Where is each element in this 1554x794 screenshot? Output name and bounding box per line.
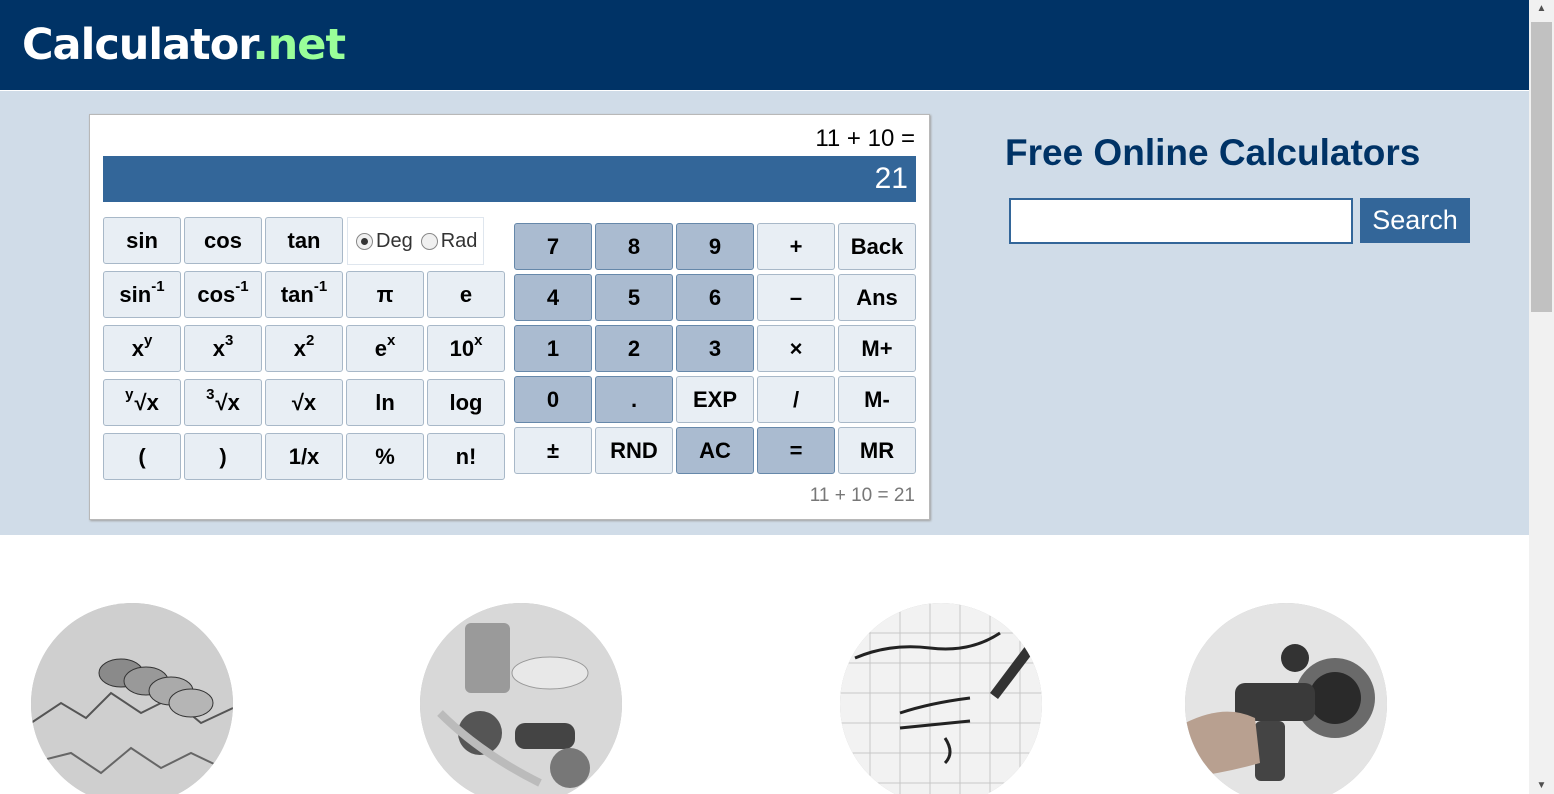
x2-base: x (293, 335, 306, 361)
math-category-icon[interactable] (840, 603, 1042, 794)
rad-label: Rad (440, 229, 478, 252)
atan-exp: -1 (313, 278, 328, 295)
digit-8-button[interactable]: 8 (595, 223, 673, 270)
pi-button[interactable]: π (346, 271, 424, 318)
plus-button[interactable]: + (757, 223, 835, 270)
ex-base: e (374, 335, 387, 361)
scroll-up-arrow-icon[interactable]: ▲ (1529, 0, 1554, 17)
x3-exp: 3 (224, 332, 234, 349)
cos-button[interactable]: cos (184, 217, 262, 264)
memory-minus-button[interactable]: M- (838, 376, 916, 423)
x3-base: x (212, 335, 225, 361)
digit-9-button[interactable]: 9 (676, 223, 754, 270)
atan-label: tan (280, 281, 314, 307)
digit-5-button[interactable]: 5 (595, 274, 673, 321)
sqrt-button[interactable]: √x (265, 379, 343, 426)
x-cubed-button[interactable]: x3 (184, 325, 262, 372)
croot-pre: 3 (206, 386, 215, 403)
factorial-button[interactable]: n! (427, 433, 505, 480)
minus-button[interactable]: – (757, 274, 835, 321)
plus-minus-button[interactable]: ± (514, 427, 592, 474)
digit-4-button[interactable]: 4 (514, 274, 592, 321)
sin-button[interactable]: sin (103, 217, 181, 264)
divide-button[interactable]: / (757, 376, 835, 423)
x-squared-button[interactable]: x2 (265, 325, 343, 372)
yroot-pre: y (125, 386, 134, 403)
fuel-category-icon[interactable] (1185, 603, 1387, 794)
left-paren-button[interactable]: ( (103, 433, 181, 480)
xy-exp: y (143, 332, 153, 349)
search-input[interactable] (1009, 198, 1353, 244)
right-paren-button[interactable]: ) (184, 433, 262, 480)
random-button[interactable]: RND (595, 427, 673, 474)
acos-exp: -1 (235, 278, 249, 295)
reciprocal-button[interactable]: 1/x (265, 433, 343, 480)
logo-tld: .net (252, 20, 346, 70)
calc-expression: 11 + 10 = (815, 125, 915, 152)
ten-pow-x-button[interactable]: 10 x (427, 325, 505, 372)
digit-2-button[interactable]: 2 (595, 325, 673, 372)
digit-6-button[interactable]: 6 (676, 274, 754, 321)
digit-1-button[interactable]: 1 (514, 325, 592, 372)
scrollbar-thumb[interactable] (1531, 22, 1552, 312)
e-button[interactable]: e (427, 271, 505, 318)
tenx-exp: x (474, 332, 483, 349)
site-logo[interactable]: Calculator.net (22, 20, 346, 70)
scroll-down-arrow-icon[interactable]: ▼ (1529, 777, 1554, 794)
tan-button[interactable]: tan (265, 217, 343, 264)
digit-0-button[interactable]: 0 (514, 376, 592, 423)
croot-main: √x (215, 389, 240, 415)
memory-plus-button[interactable]: M+ (838, 325, 916, 372)
page: Calculator.net 11 + 10 = 21 sin cos tan … (0, 0, 1554, 794)
financial-category-icon[interactable] (31, 603, 233, 794)
all-clear-button[interactable]: AC (676, 427, 754, 474)
fitness-category-icon[interactable] (420, 603, 622, 794)
x2-exp: 2 (305, 332, 315, 349)
calc-display: 21 (103, 156, 916, 202)
x-pow-y-button[interactable]: xy (103, 325, 181, 372)
tenx-base: 10 (449, 335, 475, 361)
rad-radio[interactable] (420, 232, 438, 250)
yroot-main: √x (134, 389, 159, 415)
calc-history: 11 + 10 = 21 (809, 485, 915, 506)
e-pow-x-button[interactable]: ex (346, 325, 424, 372)
acos-button[interactable]: cos -1 (184, 271, 262, 318)
search-button[interactable]: Search (1360, 198, 1470, 243)
logo-main: Calculator (22, 20, 253, 70)
ans-button[interactable]: Ans (838, 274, 916, 321)
y-root-x-button[interactable]: y √x (103, 379, 181, 426)
digit-3-button[interactable]: 3 (676, 325, 754, 372)
ex-exp: x (386, 332, 396, 349)
cube-root-button[interactable]: 3 √x (184, 379, 262, 426)
page-title: Free Online Calculators (1005, 132, 1421, 173)
deg-label: Deg (376, 229, 413, 252)
exp-button[interactable]: EXP (676, 376, 754, 423)
atan-button[interactable]: tan -1 (265, 271, 343, 318)
asin-label: sin (119, 281, 152, 307)
asin-button[interactable]: sin -1 (103, 271, 181, 318)
equals-button[interactable]: = (757, 427, 835, 474)
asin-exp: -1 (151, 278, 165, 295)
acos-label: cos (197, 281, 236, 307)
angle-mode-selector: Deg Rad (347, 217, 484, 265)
site-header: Calculator.net (0, 0, 1529, 90)
digit-7-button[interactable]: 7 (514, 223, 592, 270)
xy-base: x (131, 335, 144, 361)
deg-radio[interactable] (356, 232, 373, 250)
memory-recall-button[interactable]: MR (838, 427, 916, 474)
log-button[interactable]: log (427, 379, 505, 426)
percent-button[interactable]: % (346, 433, 424, 480)
ln-button[interactable]: ln (346, 379, 424, 426)
scientific-calculator: 11 + 10 = 21 sin cos tan Deg Rad sin -1 c… (89, 114, 930, 520)
multiply-button[interactable]: × (757, 325, 835, 372)
back-button[interactable]: Back (838, 223, 916, 270)
decimal-point-button[interactable]: . (595, 376, 673, 423)
